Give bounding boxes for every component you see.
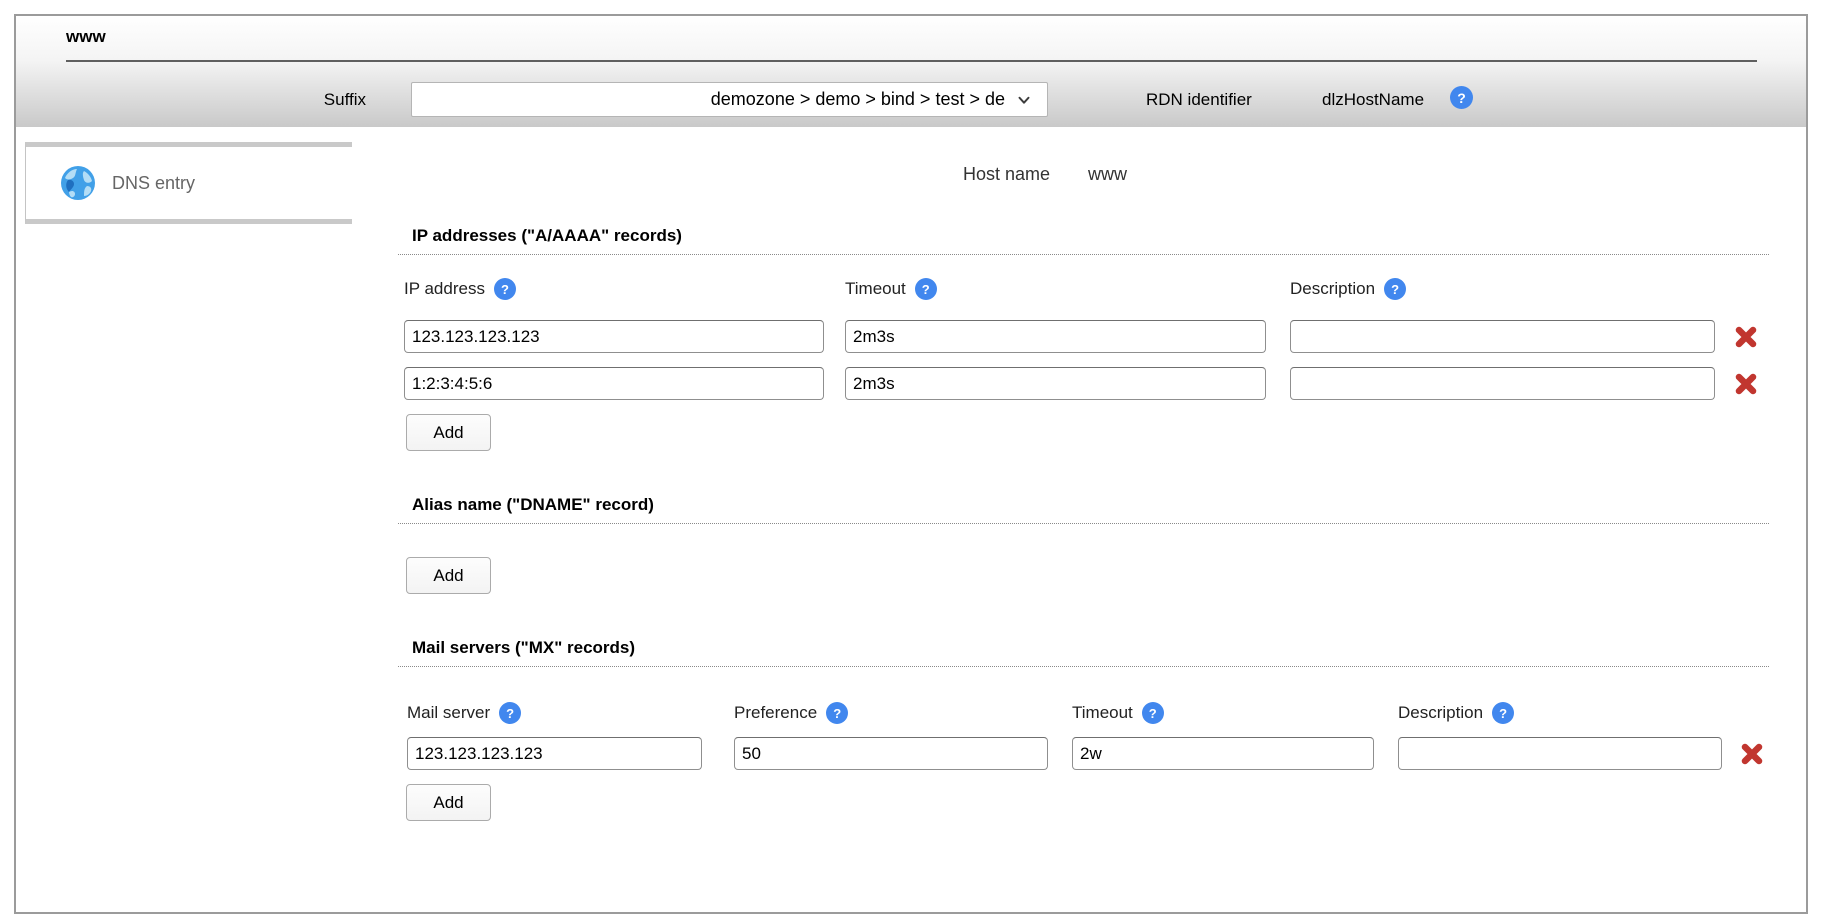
suffix-select-value: demozone > demo > bind > test > de <box>711 89 1005 110</box>
delete-x-icon <box>1732 370 1760 398</box>
column-label-description: Description ? <box>1398 702 1514 724</box>
mx-timeout-input[interactable] <box>1072 737 1374 770</box>
column-label-text: IP address <box>404 279 485 299</box>
tab-dns-entry-label: DNS entry <box>112 173 195 194</box>
rdn-identifier-label: RDN identifier <box>1146 90 1252 110</box>
column-label-description: Description ? <box>1290 278 1406 300</box>
column-label-mail-server: Mail server ? <box>407 702 521 724</box>
help-icon[interactable]: ? <box>1492 702 1514 724</box>
column-label-text: Timeout <box>845 279 906 299</box>
add-ip-address-button[interactable]: Add <box>406 414 491 451</box>
help-icon[interactable]: ? <box>1142 702 1164 724</box>
help-icon[interactable]: ? <box>1450 86 1473 109</box>
ip-address-input[interactable] <box>404 320 824 353</box>
suffix-select[interactable]: demozone > demo > bind > test > de <box>411 82 1048 117</box>
delete-ip-row-button[interactable] <box>1732 323 1760 351</box>
header: www Suffix demozone > demo > bind > test… <box>16 16 1806 127</box>
mx-description-input[interactable] <box>1398 737 1722 770</box>
add-alias-button[interactable]: Add <box>406 557 491 594</box>
tab-dns-entry[interactable]: DNS entry <box>25 142 352 224</box>
ip-address-input[interactable] <box>404 367 824 400</box>
help-icon[interactable]: ? <box>494 278 516 300</box>
column-label-timeout: Timeout ? <box>1072 702 1164 724</box>
column-label-text: Description <box>1398 703 1483 723</box>
column-label-timeout: Timeout ? <box>845 278 937 300</box>
column-label-preference: Preference ? <box>734 702 848 724</box>
help-icon[interactable]: ? <box>826 702 848 724</box>
help-icon[interactable]: ? <box>499 702 521 724</box>
add-mail-server-button[interactable]: Add <box>406 784 491 821</box>
globe-icon <box>60 165 96 201</box>
column-label-text: Description <box>1290 279 1375 299</box>
title-divider <box>66 60 1757 62</box>
section-heading-mail-servers: Mail servers ("MX" records) <box>398 638 1769 667</box>
ip-description-input[interactable] <box>1290 367 1715 400</box>
rdn-identifier-value: dlzHostName <box>1322 90 1424 110</box>
section-heading-ip-addresses: IP addresses ("A/AAAA" records) <box>398 226 1769 255</box>
column-label-text: Timeout <box>1072 703 1133 723</box>
delete-ip-row-button[interactable] <box>1732 370 1760 398</box>
suffix-label: Suffix <box>256 90 366 110</box>
host-name-value: www <box>1088 164 1127 185</box>
column-label-text: Mail server <box>407 703 490 723</box>
mail-server-input[interactable] <box>407 737 702 770</box>
content-frame: www Suffix demozone > demo > bind > test… <box>14 14 1808 914</box>
mx-preference-input[interactable] <box>734 737 1048 770</box>
delete-x-icon <box>1732 323 1760 351</box>
page-title: www <box>66 27 106 47</box>
column-label-ip-address: IP address ? <box>404 278 516 300</box>
help-icon[interactable]: ? <box>915 278 937 300</box>
delete-x-icon <box>1738 740 1766 768</box>
delete-mx-row-button[interactable] <box>1738 740 1766 768</box>
help-icon[interactable]: ? <box>1384 278 1406 300</box>
chevron-down-icon <box>1015 91 1033 109</box>
column-label-text: Preference <box>734 703 817 723</box>
host-name-label: Host name <box>846 164 1050 185</box>
ip-timeout-input[interactable] <box>845 320 1266 353</box>
ip-timeout-input[interactable] <box>845 367 1266 400</box>
section-heading-alias-name: Alias name ("DNAME" record) <box>398 495 1769 524</box>
ip-description-input[interactable] <box>1290 320 1715 353</box>
